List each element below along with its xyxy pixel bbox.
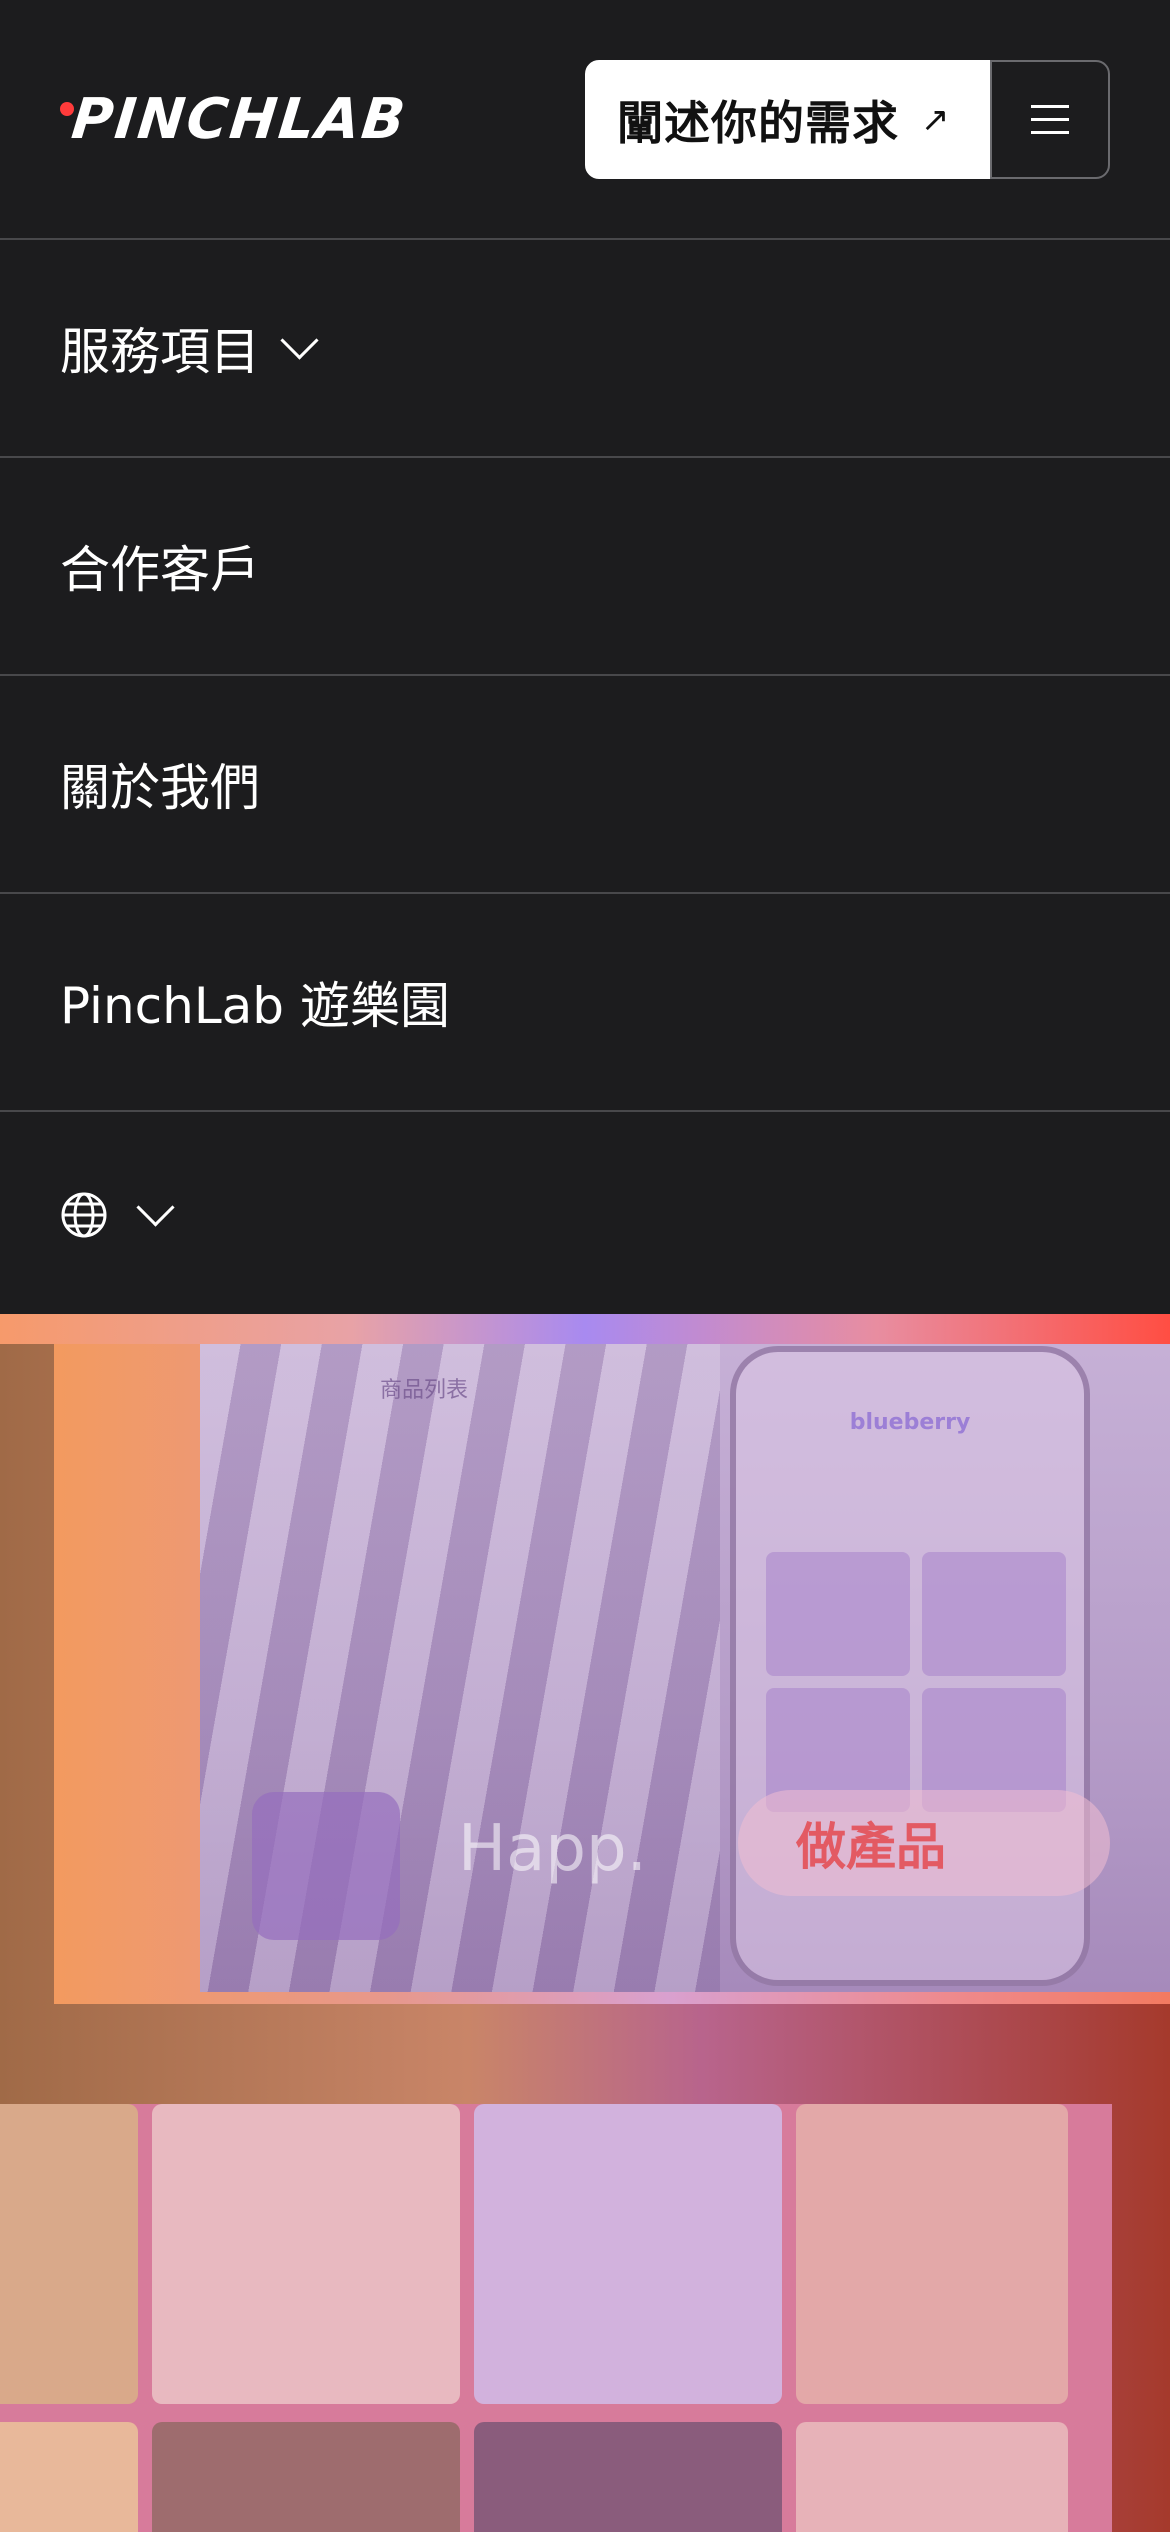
- pinchlab-logo[interactable]: PINCHLAB: [60, 87, 410, 152]
- nav-item-label: 關於我們: [60, 759, 260, 817]
- nav-item-label: 服務項目: [60, 323, 260, 381]
- hamburger-icon-line: [1031, 105, 1069, 108]
- gallery-tile: [796, 2104, 1068, 2404]
- top-header: PINCHLAB 闡述你的需求 ↗: [0, 0, 1170, 240]
- gradient-bar: [0, 1314, 1170, 1344]
- pill-label: 做產品: [796, 1818, 946, 1876]
- gallery-tile: [0, 2422, 138, 2532]
- describe-needs-button[interactable]: 闡述你的需求 ↗: [585, 60, 991, 179]
- nav-item-label: PinchLab 遊樂園: [60, 977, 450, 1035]
- phone-app-title: blueberry: [849, 1410, 971, 1435]
- language-selector[interactable]: [0, 1116, 1170, 1314]
- app-icon: [252, 1792, 400, 1940]
- product-card: [766, 1552, 910, 1676]
- hero-showcase: 商品列表 blueberry Happ. 做產品: [0, 1314, 1170, 2532]
- product-card: [922, 1552, 1066, 1676]
- menu-toggle-button[interactable]: [990, 60, 1110, 179]
- product-gallery: [0, 2104, 1112, 2532]
- globe-icon: [61, 1192, 107, 1238]
- hamburger-icon-line: [1031, 118, 1069, 121]
- gallery-tile: [152, 2422, 460, 2532]
- gallery-tile: [152, 2104, 460, 2404]
- building-photo: 商品列表 blueberry Happ. 做產品: [200, 1344, 1170, 1992]
- nav-item-services[interactable]: 服務項目: [0, 240, 1170, 458]
- chevron-down-icon: [136, 1187, 175, 1227]
- chevron-down-icon: [280, 320, 319, 360]
- make-product-pill: 做產品: [738, 1790, 1110, 1896]
- showcase-card: 商品列表 blueberry Happ. 做產品: [54, 1344, 1170, 2004]
- logo-text: PINCHLAB: [68, 87, 410, 152]
- gallery-tile: [0, 2104, 138, 2404]
- happ-text: Happ.: [458, 1812, 647, 1886]
- gallery-tile: [474, 2104, 782, 2404]
- gallery-tile: [474, 2422, 782, 2532]
- cta-label: 闡述你的需求: [617, 95, 899, 150]
- nav-item-label: 合作客戶: [60, 541, 260, 599]
- gallery-tile: [796, 2422, 1068, 2532]
- arrow-up-right-icon: ↗: [921, 99, 951, 140]
- product-list-label: 商品列表: [380, 1378, 469, 1403]
- phone-product-grid: [766, 1552, 1066, 1812]
- nav-item-about[interactable]: 關於我們: [0, 676, 1170, 894]
- hamburger-icon-line: [1031, 131, 1069, 134]
- nav-item-playground[interactable]: PinchLab 遊樂園: [0, 894, 1170, 1112]
- nav-item-clients[interactable]: 合作客戶: [0, 458, 1170, 676]
